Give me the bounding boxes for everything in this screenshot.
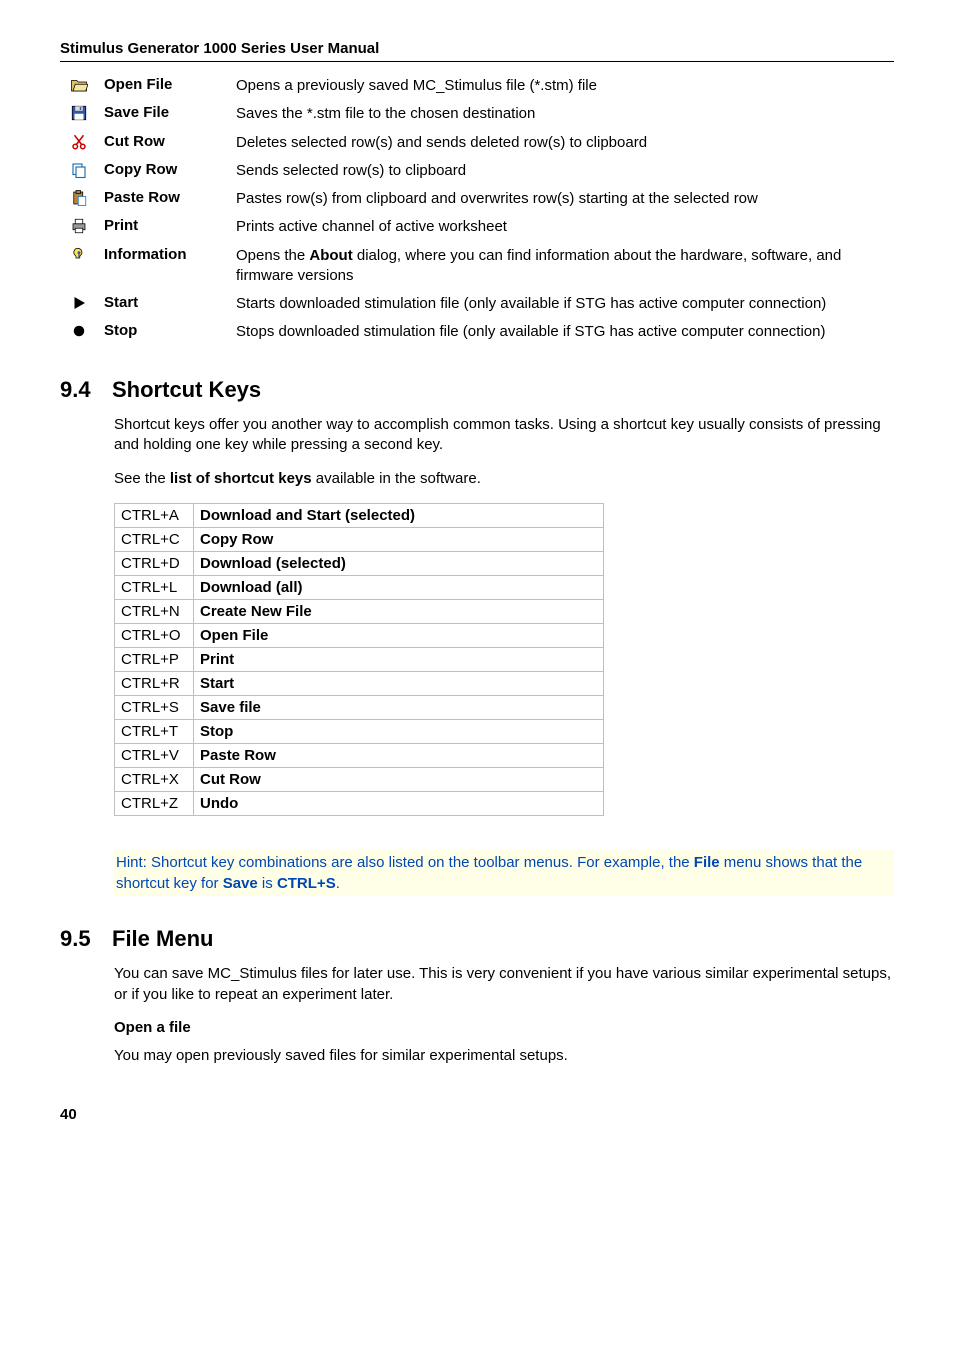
cut-icon xyxy=(66,133,92,151)
shortcut-action: Undo xyxy=(194,792,604,816)
toolbar-label: Stop xyxy=(98,318,230,346)
table-row: CTRL+XCut Row xyxy=(115,768,604,792)
paragraph: See the list of shortcut keys available … xyxy=(114,469,894,489)
section-heading-file-menu: 9.5 File Menu xyxy=(60,926,894,952)
toolbar-label: Save File xyxy=(98,100,230,128)
shortcut-action: Cut Row xyxy=(194,768,604,792)
table-row: Stop Stops downloaded stimulation file (… xyxy=(60,318,894,346)
shortcut-key: CTRL+O xyxy=(115,624,194,648)
shortcut-key: CTRL+V xyxy=(115,744,194,768)
shortcut-action: Download (all) xyxy=(194,576,604,600)
print-icon xyxy=(66,217,92,235)
shortcut-action: Print xyxy=(194,648,604,672)
start-icon xyxy=(66,294,92,312)
table-row: CTRL+TStop xyxy=(115,720,604,744)
shortcut-keys-table: CTRL+ADownload and Start (selected)CTRL+… xyxy=(114,503,604,816)
toolbar-desc: Starts downloaded stimulation file (only… xyxy=(230,290,894,318)
shortcut-action: Copy Row xyxy=(194,528,604,552)
toolbar-label: Start xyxy=(98,290,230,318)
paragraph: You may open previously saved files for … xyxy=(114,1046,894,1066)
shortcut-action: Start xyxy=(194,672,604,696)
toolbar-desc: Pastes row(s) from clipboard and overwri… xyxy=(230,185,894,213)
table-row: CTRL+VPaste Row xyxy=(115,744,604,768)
toolbar-desc: Saves the *.stm file to the chosen desti… xyxy=(230,100,894,128)
table-row: CTRL+CCopy Row xyxy=(115,528,604,552)
shortcut-action: Stop xyxy=(194,720,604,744)
table-row: CTRL+RStart xyxy=(115,672,604,696)
toolbar-label: Paste Row xyxy=(98,185,230,213)
table-row: CTRL+ADownload and Start (selected) xyxy=(115,504,604,528)
shortcut-key: CTRL+R xyxy=(115,672,194,696)
toolbar-label: Cut Row xyxy=(98,129,230,157)
toolbar-desc: Stops downloaded stimulation file (only … xyxy=(230,318,894,346)
table-row: Cut Row Deletes selected row(s) and send… xyxy=(60,129,894,157)
shortcut-key: CTRL+T xyxy=(115,720,194,744)
info-icon xyxy=(66,246,92,264)
hint-box: Hint: Shortcut key combinations are also… xyxy=(114,850,894,896)
shortcut-key: CTRL+N xyxy=(115,600,194,624)
shortcut-action: Download (selected) xyxy=(194,552,604,576)
header-rule xyxy=(60,61,894,62)
shortcut-key: CTRL+P xyxy=(115,648,194,672)
shortcut-action: Download and Start (selected) xyxy=(194,504,604,528)
toolbar-desc: Opens a previously saved MC_Stimulus fil… xyxy=(230,72,894,100)
shortcut-action: Create New File xyxy=(194,600,604,624)
table-row: Print Prints active channel of active wo… xyxy=(60,213,894,241)
shortcut-action: Save file xyxy=(194,696,604,720)
shortcut-key: CTRL+L xyxy=(115,576,194,600)
shortcut-key: CTRL+A xyxy=(115,504,194,528)
toolbar-desc: Prints active channel of active workshee… xyxy=(230,213,894,241)
shortcut-action: Open File xyxy=(194,624,604,648)
table-row: CTRL+SSave file xyxy=(115,696,604,720)
table-row: Open File Opens a previously saved MC_St… xyxy=(60,72,894,100)
table-row: Paste Row Pastes row(s) from clipboard a… xyxy=(60,185,894,213)
sub-heading: Open a file xyxy=(114,1019,894,1036)
paste-icon xyxy=(66,189,92,207)
shortcut-key: CTRL+Z xyxy=(115,792,194,816)
table-row: Save File Saves the *.stm file to the ch… xyxy=(60,100,894,128)
toolbar-desc: Deletes selected row(s) and sends delete… xyxy=(230,129,894,157)
table-row: Information Opens the About dialog, wher… xyxy=(60,242,894,291)
shortcut-action: Paste Row xyxy=(194,744,604,768)
table-row: Copy Row Sends selected row(s) to clipbo… xyxy=(60,157,894,185)
toolbar-label: Copy Row xyxy=(98,157,230,185)
table-row: CTRL+PPrint xyxy=(115,648,604,672)
paragraph: Shortcut keys offer you another way to a… xyxy=(114,415,894,456)
toolbar-desc: Sends selected row(s) to clipboard xyxy=(230,157,894,185)
table-row: CTRL+DDownload (selected) xyxy=(115,552,604,576)
toolbar-label: Information xyxy=(98,242,230,291)
table-row: Start Starts downloaded stimulation file… xyxy=(60,290,894,318)
toolbar-label: Open File xyxy=(98,72,230,100)
table-row: CTRL+NCreate New File xyxy=(115,600,604,624)
section-heading-shortcut-keys: 9.4 Shortcut Keys xyxy=(60,377,894,403)
open-icon xyxy=(66,76,92,94)
table-row: CTRL+LDownload (all) xyxy=(115,576,604,600)
copy-icon xyxy=(66,161,92,179)
page-number: 40 xyxy=(60,1106,894,1123)
shortcut-key: CTRL+D xyxy=(115,552,194,576)
shortcut-key: CTRL+X xyxy=(115,768,194,792)
stop-icon xyxy=(66,322,92,340)
toolbar-desc: Opens the About dialog, where you can fi… xyxy=(230,242,894,291)
table-row: CTRL+OOpen File xyxy=(115,624,604,648)
page-header-title: Stimulus Generator 1000 Series User Manu… xyxy=(60,40,894,57)
save-icon xyxy=(66,104,92,122)
shortcut-key: CTRL+S xyxy=(115,696,194,720)
shortcut-key: CTRL+C xyxy=(115,528,194,552)
paragraph: You can save MC_Stimulus files for later… xyxy=(114,964,894,1005)
toolbar-description-table: Open File Opens a previously saved MC_St… xyxy=(60,72,894,347)
toolbar-label: Print xyxy=(98,213,230,241)
table-row: CTRL+ZUndo xyxy=(115,792,604,816)
